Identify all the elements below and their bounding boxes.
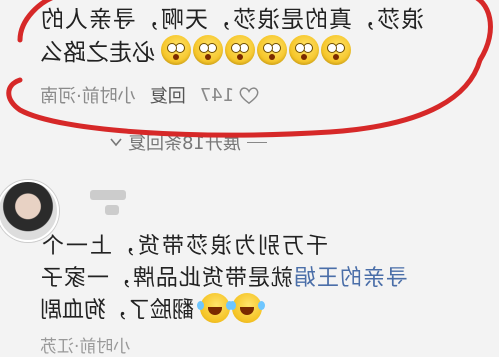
username-blurred [105,205,119,215]
surprised-face-icon [289,35,319,65]
surprised-face-icon [225,35,255,65]
surprised-face-icon [161,35,191,65]
mirrored-screenshot: 浪莎，真的是浪莎，天啊，寻亲人的 必走之路么 147 回复 小时前·河南 展开1… [0,0,499,357]
comment-2-text-line-1: 千万别为浪莎带货，上一个 [40,234,329,259]
like-button[interactable]: 147 [200,85,260,106]
laughing-face-icon [197,293,234,323]
comment-2-text-line-2-rest: 就是带货此品牌，一家子 [40,266,294,291]
comment-2-meta: 小时前·江苏 [40,337,131,357]
comment-2-text-tail: 翻脸了，狗血剧 [40,298,195,323]
expand-replies-label: 展开18条回复 [128,133,241,154]
surprised-face-icon [257,35,287,65]
like-count: 147 [199,84,235,106]
comment-1-text-line-2: 必走之路么 [40,33,351,67]
comment-1-text-tail: 必走之路么 [40,40,155,66]
comment-1-timestamp: 小时前·河南 [40,86,136,107]
comment-2-text-line-2: 寻亲的王娟就是带货此品牌，一家子 [40,260,408,292]
reply-button[interactable]: 回复 [150,82,186,108]
emoji-row [161,35,351,65]
comment-1-meta: 147 回复 小时前·河南 [40,82,260,108]
expand-replies-link[interactable]: 展开18条回复 [110,129,267,155]
comment-2-text-line-3: 翻脸了，狗血剧 [40,292,266,324]
divider [246,141,267,143]
heart-icon [239,87,259,105]
comment-1-text-line-1: 浪莎，真的是浪莎，天啊，寻亲人的 [40,7,424,33]
chevron-down-icon [110,138,122,147]
surprised-face-icon [321,35,351,65]
surprised-face-icon [193,35,223,65]
laughing-face-icon [229,293,266,323]
user-mention-link[interactable]: 寻亲的王娟 [293,266,408,291]
username-blurred [90,190,126,200]
